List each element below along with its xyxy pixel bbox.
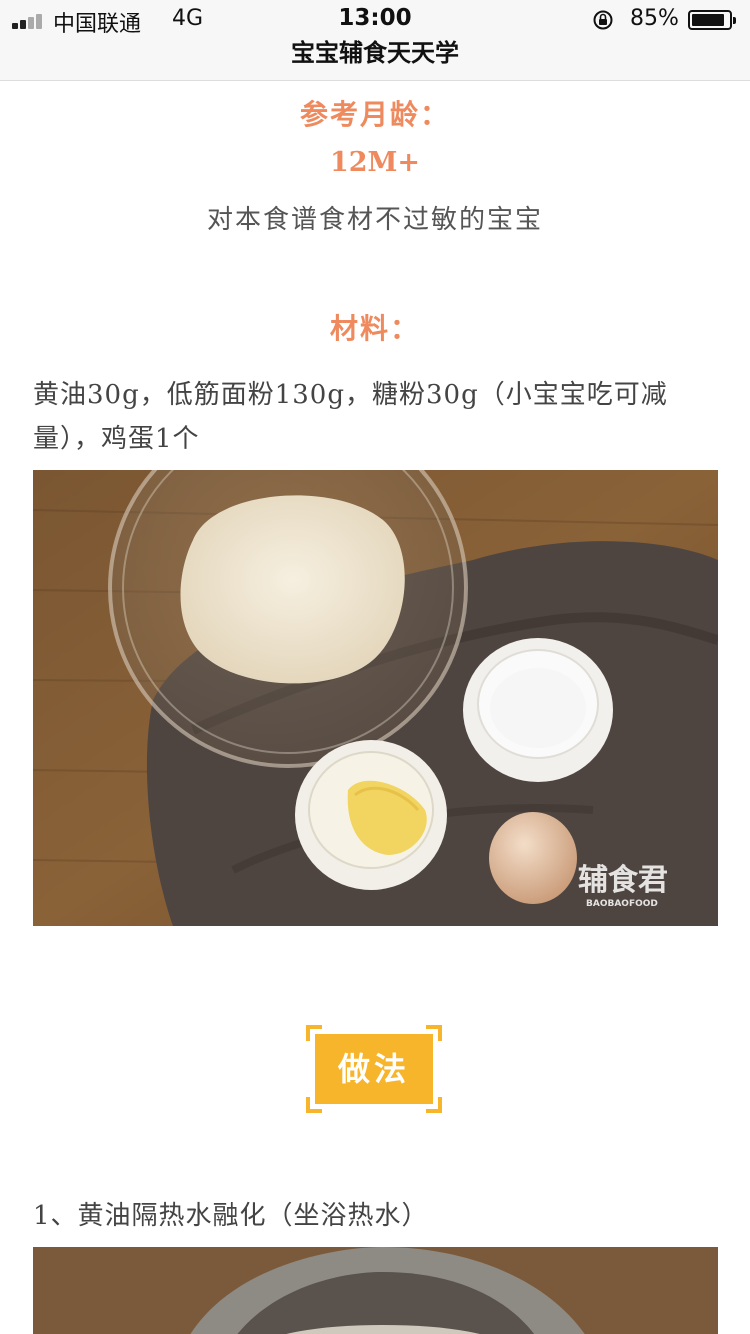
page-title: 宝宝辅食天天学 <box>291 39 459 67</box>
age-note: 对本食谱食材不过敏的宝宝 <box>206 205 543 235</box>
step-1-text: 1、黄油隔热水融化（坐浴热水） <box>33 1201 429 1231</box>
method-badge: 做法 <box>306 1025 442 1113</box>
navigation-bar: 宝宝辅食天天学 <box>0 40 750 81</box>
photo-watermark-sub: BAOBAOFOOD <box>586 899 658 909</box>
status-bar: 中国联通 4G 13:00 85% <box>0 0 750 40</box>
battery-percent: 85% <box>630 6 679 31</box>
battery-icon <box>688 10 736 30</box>
ingredients-photo[interactable]: 辅食君 BAOBAOFOOD <box>33 470 718 926</box>
age-heading: 参考月龄： <box>299 98 450 131</box>
step-1-photo[interactable] <box>33 1247 718 1334</box>
method-label: 做法 <box>315 1034 433 1104</box>
age-value: 12M+ <box>329 147 421 178</box>
rotation-lock-icon <box>593 10 613 30</box>
materials-text: 黄油30g，低筋面粉130g，糖粉30g（小宝宝吃可减量），鸡蛋1个 <box>33 380 668 454</box>
materials-heading: 材料： <box>329 312 420 345</box>
photo-watermark: 辅食君 <box>578 863 668 898</box>
article-content[interactable]: 参考月龄： 12M+ 对本食谱食材不过敏的宝宝 材料： 黄油30g，低筋面粉13… <box>0 81 750 1334</box>
